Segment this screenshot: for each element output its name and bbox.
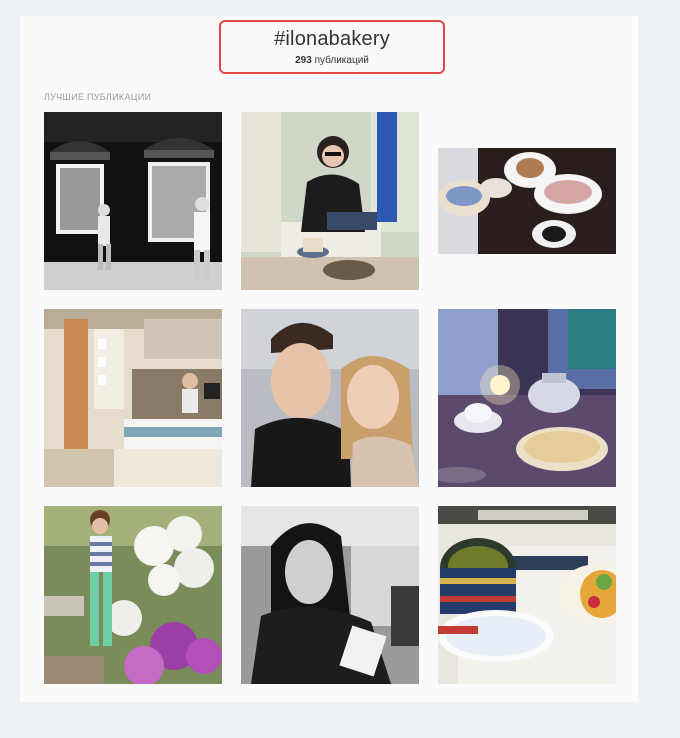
post-image bbox=[44, 309, 222, 487]
post-image bbox=[438, 112, 616, 290]
post-image bbox=[241, 506, 419, 684]
post-coffee-and-pastries[interactable] bbox=[438, 112, 616, 290]
post-image bbox=[44, 506, 222, 684]
post-image bbox=[438, 309, 616, 487]
post-teapot-candle-table[interactable] bbox=[438, 309, 616, 487]
post-count: 293 публикаций bbox=[221, 55, 443, 66]
post-bakery-interior-counter[interactable] bbox=[44, 309, 222, 487]
hashtag-header: #ilonabakery 293 публикаций bbox=[219, 20, 445, 74]
post-count-label: публикаций bbox=[314, 55, 369, 66]
post-girl-selfie-bw[interactable] bbox=[241, 506, 419, 684]
post-count-number: 293 bbox=[295, 55, 312, 66]
post-image bbox=[438, 506, 616, 684]
post-image bbox=[44, 112, 222, 290]
post-image bbox=[241, 112, 419, 290]
post-bakery-storefront-bw[interactable] bbox=[44, 112, 222, 290]
post-couple-selfie[interactable] bbox=[241, 309, 419, 487]
post-woman-cafe-sofa[interactable] bbox=[241, 112, 419, 290]
top-posts-label: ЛУЧШИЕ ПУБЛИКАЦИИ bbox=[44, 92, 152, 102]
post-image bbox=[241, 309, 419, 487]
post-woman-flowers[interactable] bbox=[44, 506, 222, 684]
hashtag-title: #ilonabakery bbox=[274, 28, 390, 50]
post-coffee-cup-tart[interactable] bbox=[438, 506, 616, 684]
